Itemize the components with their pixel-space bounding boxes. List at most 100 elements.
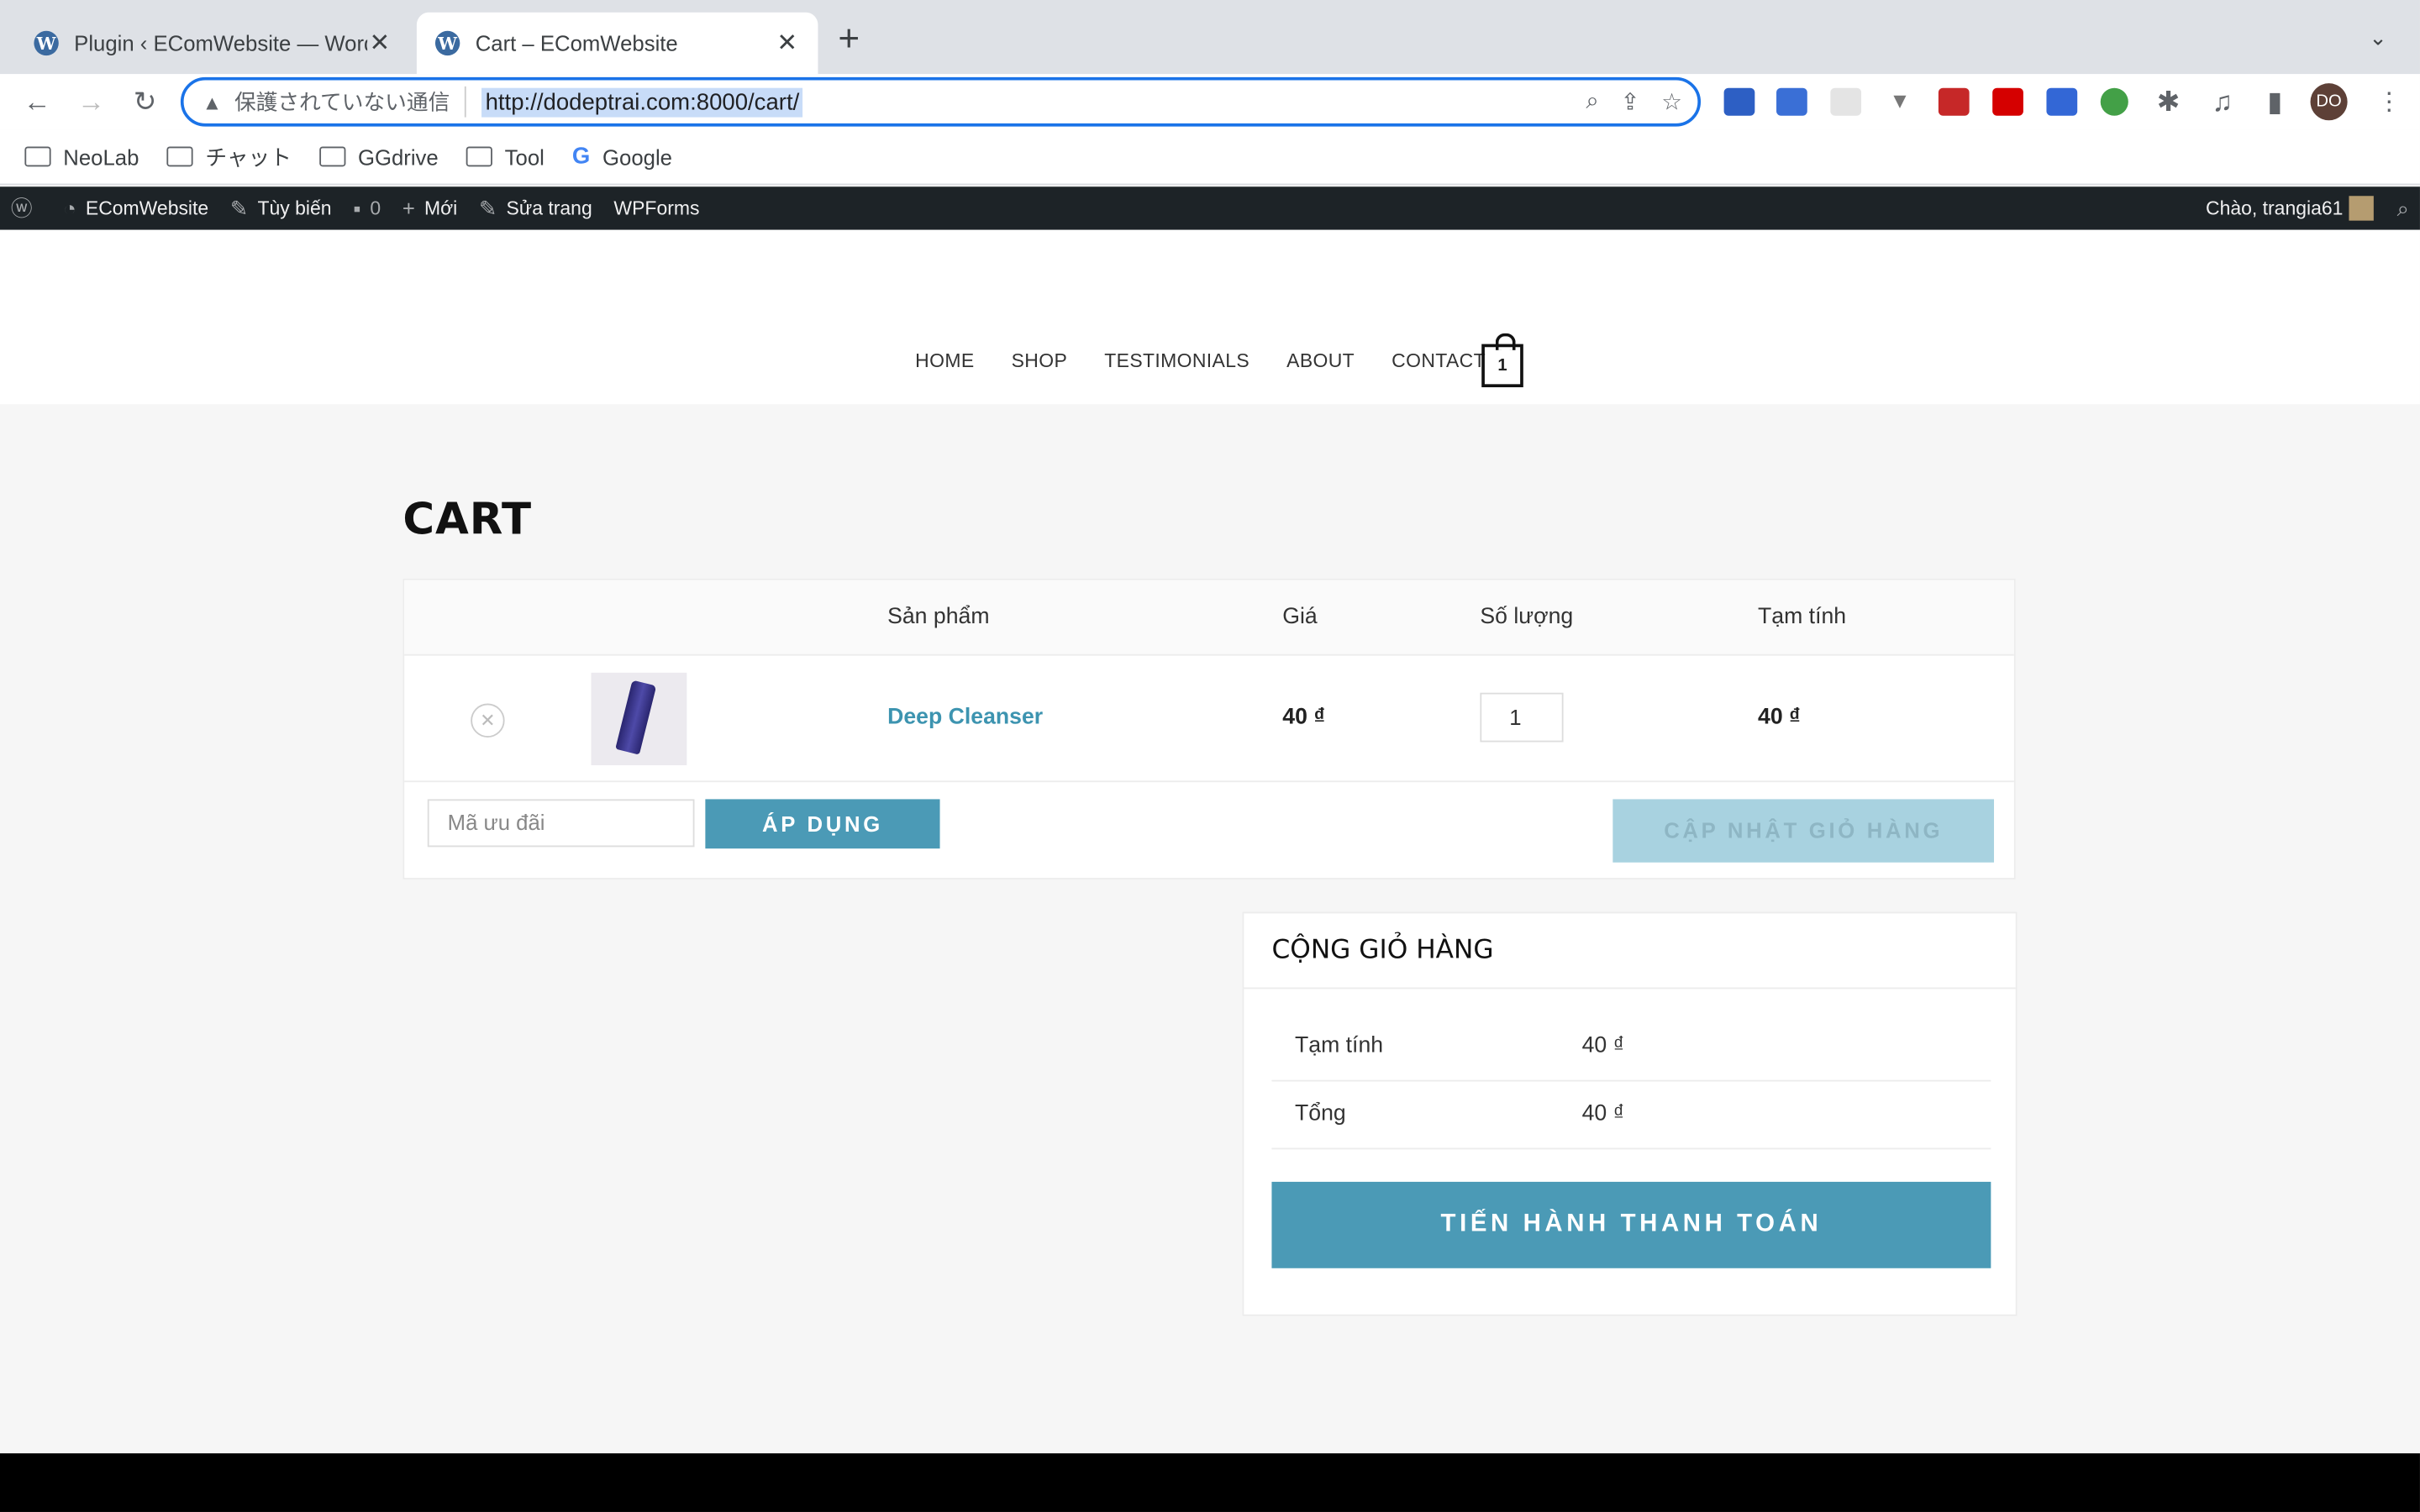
admin-search[interactable]: ⌕	[2386, 186, 2420, 229]
extension-icon[interactable]	[1776, 87, 1807, 116]
url-text[interactable]: http://dodeptrai.com:8000/cart/	[481, 87, 802, 117]
header-price: Giá	[1282, 604, 1318, 630]
apply-coupon-button[interactable]: ÁP DỤNG	[705, 799, 940, 849]
cart-totals: CỘNG GIỎ HÀNG Tạm tính 40 ₫ Tổng 40 ₫ TI…	[1242, 911, 2018, 1316]
bookmark-label: GGdrive	[357, 144, 439, 170]
address-bar[interactable]: ▲ 保護されていない通信 http://dodeptrai.com:8000/c…	[180, 76, 1702, 127]
totals-subtotal-row: Tạm tính 40 ₫	[1271, 1014, 1991, 1082]
product-thumbnail[interactable]	[591, 672, 687, 766]
bookmarks-bar: NeoLab チャット GGdrive Tool G Google	[0, 129, 2420, 186]
extension-icon[interactable]	[1938, 87, 1970, 116]
wp-logo[interactable]: ⓦ	[0, 186, 52, 229]
puzzle-icon[interactable]: ✱	[2150, 83, 2187, 120]
share-icon[interactable]: ⇪	[1620, 88, 1639, 116]
back-icon[interactable]: ←	[18, 83, 55, 120]
totals-total-row: Tổng 40 ₫	[1271, 1082, 1991, 1150]
extension-icon[interactable]	[1830, 87, 1862, 116]
quantity-input[interactable]: 1	[1480, 692, 1564, 743]
extension-icon[interactable]	[1723, 87, 1755, 116]
wordpress-icon: ⓦ	[10, 196, 33, 221]
nav-item-shop[interactable]: SHOP	[1012, 350, 1068, 372]
admin-comments-link[interactable]: ▪ 0	[342, 186, 392, 229]
cart-bag-icon[interactable]: 1	[1481, 333, 1523, 388]
totals-title: CỘNG GIỎ HÀNG	[1244, 913, 2016, 990]
plus-icon: +	[402, 196, 415, 221]
new-label: Mới	[424, 197, 458, 219]
admin-account-link[interactable]: Chào, trangia61	[2195, 186, 2386, 229]
search-icon: ⌕	[2396, 195, 2410, 220]
admin-site-link[interactable]: ◔ EComWebsite	[52, 186, 219, 229]
extension-icon[interactable]	[2046, 87, 2078, 116]
nav-item-about[interactable]: ABOUT	[1286, 350, 1355, 372]
greeting-label: Chào, trangia61	[2206, 197, 2344, 219]
folder-icon	[166, 146, 193, 167]
comments-count: 0	[370, 197, 381, 219]
bookmark-neolab[interactable]: NeoLab	[24, 144, 139, 169]
cart-table: Sản phẩm Giá Số lượng Tạm tính ✕ Deep Cl…	[402, 578, 2016, 879]
dashboard-icon: ◔	[63, 196, 76, 221]
bookmark-label: Tool	[504, 144, 544, 170]
security-label[interactable]: 保護されていない通信	[234, 86, 467, 118]
google-icon: G	[571, 143, 591, 171]
folder-icon	[319, 146, 346, 167]
site-name: EComWebsite	[85, 197, 209, 219]
new-tab-icon[interactable]: +	[838, 21, 860, 59]
wpforms-label: WPForms	[613, 197, 700, 219]
page-title: CART	[402, 493, 532, 545]
youtube-icon[interactable]	[1992, 87, 2023, 116]
proceed-to-checkout-button[interactable]: TIẾN HÀNH THANH TOÁN	[1271, 1181, 1991, 1268]
extension-icon[interactable]	[2100, 87, 2128, 116]
edit-page-label: Sửa trang	[506, 197, 592, 219]
bookmark-tool[interactable]: Tool	[466, 144, 544, 169]
browser-tab-cart[interactable]: W Cart – EComWebsite ✕	[416, 12, 818, 75]
tab-title: Plugin ‹ EComWebsite — WordPress	[74, 30, 367, 56]
comment-icon: ▪	[353, 196, 361, 221]
coupon-input[interactable]: Mã ưu đãi	[427, 799, 695, 848]
nav-item-contact[interactable]: CONTACT	[1392, 350, 1486, 372]
subtotal-label: Tạm tính	[1294, 1033, 1384, 1058]
product-subtotal: 40 ₫	[1758, 705, 1801, 730]
chevron-down-icon[interactable]: ⌄	[2369, 24, 2387, 50]
table-row: ✕ Deep Cleanser 40 ₫ 1 40 ₫	[404, 656, 2014, 783]
pencil-icon: ✎	[478, 195, 497, 220]
browser-toolbar: ← → ↻ ▲ 保護されていない通信 http://dodeptrai.com:…	[0, 74, 2420, 130]
bookmark-label: チャット	[205, 144, 292, 170]
star-icon[interactable]: ☆	[1661, 88, 1682, 116]
browser-tab-plugin[interactable]: W Plugin ‹ EComWebsite — WordPress ✕	[15, 13, 410, 74]
profile-avatar[interactable]: DO	[2310, 83, 2348, 121]
product-price: 40 ₫	[1282, 705, 1326, 730]
header-product: Sản phẩm	[887, 604, 990, 630]
bookmark-ggdrive[interactable]: GGdrive	[319, 144, 439, 169]
footer	[0, 1453, 2420, 1512]
wordpress-icon: W	[34, 30, 59, 56]
zoom-icon[interactable]: ⌕	[1586, 88, 1598, 116]
tab-title: Cart – EComWebsite	[475, 30, 678, 56]
bookmark-chat[interactable]: チャット	[166, 141, 292, 172]
bookmark-label: Google	[602, 144, 672, 170]
admin-wpforms-link[interactable]: WPForms	[603, 186, 711, 229]
media-icon[interactable]: ♫	[2204, 83, 2241, 120]
nav-item-home[interactable]: HOME	[915, 350, 974, 372]
forward-icon[interactable]: →	[72, 83, 109, 120]
bookmark-label: NeoLab	[63, 144, 139, 170]
bookmark-google[interactable]: G Google	[572, 144, 672, 170]
site-header: HOME SHOP TESTIMONIALS ABOUT CONTACT 1	[0, 229, 2420, 405]
header-quantity: Số lượng	[1480, 604, 1574, 630]
close-icon[interactable]: ✕	[775, 28, 799, 59]
admin-edit-page-link[interactable]: ✎ Sửa trang	[468, 186, 602, 229]
update-cart-button[interactable]: CẬP NHẬT GIỎ HÀNG	[1612, 799, 1995, 863]
admin-new-link[interactable]: + Mới	[392, 186, 468, 229]
vimeo-v-icon[interactable]: ▼	[1884, 87, 1916, 116]
wordpress-icon: W	[434, 30, 460, 56]
more-icon[interactable]: ⋮	[2377, 87, 2402, 118]
main-nav: HOME SHOP TESTIMONIALS ABOUT CONTACT	[915, 350, 1486, 372]
admin-customize-link[interactable]: ✎ Tùy biến	[219, 186, 342, 229]
remove-item-icon[interactable]: ✕	[471, 703, 505, 738]
reload-icon[interactable]: ↻	[127, 83, 164, 120]
nav-item-testimonials[interactable]: TESTIMONIALS	[1104, 350, 1249, 372]
warning-icon[interactable]: ▲	[203, 90, 223, 113]
side-panel-icon[interactable]: ▮	[2256, 83, 2293, 120]
total-label: Tổng	[1294, 1101, 1346, 1126]
product-link[interactable]: Deep Cleanser	[887, 705, 1043, 729]
close-icon[interactable]: ✕	[367, 28, 392, 59]
